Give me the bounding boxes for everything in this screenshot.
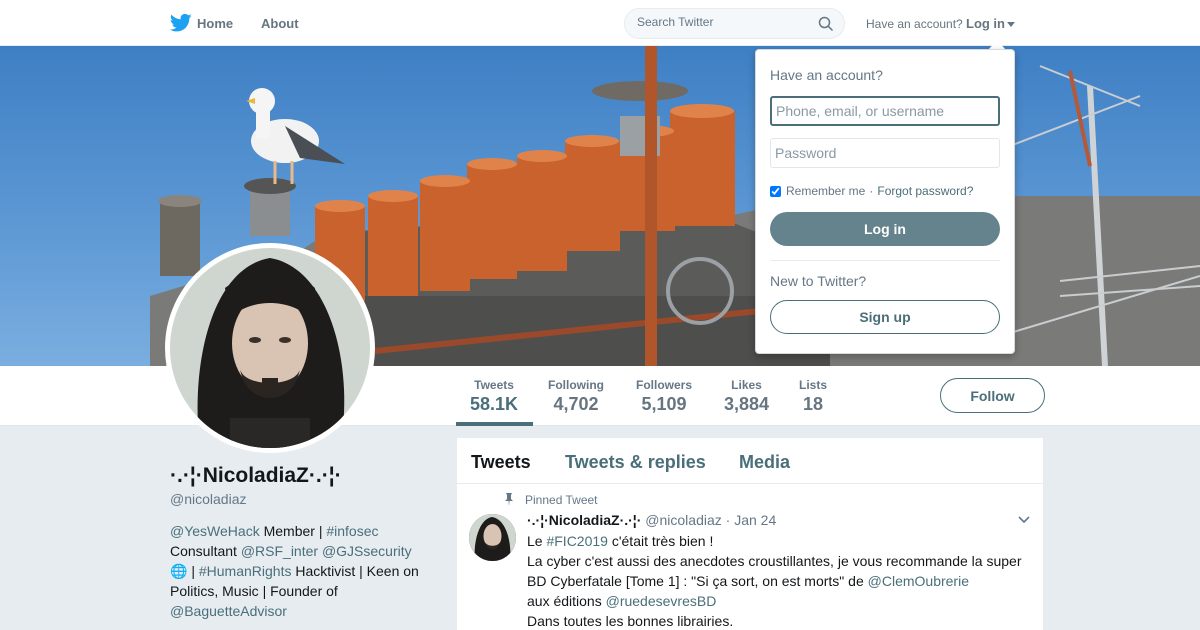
stat-label: Following	[548, 378, 604, 392]
new-to-twitter-text: New to Twitter?	[770, 273, 867, 289]
tweet-mention[interactable]: @ruedesevresBD	[606, 593, 717, 609]
forgot-password-link[interactable]: Forgot password?	[877, 184, 973, 198]
stat-likes[interactable]: Likes 3,884	[724, 378, 769, 415]
remember-me-row: Remember me · Forgot password?	[770, 184, 973, 198]
profile-handle: @nicoladiaz	[170, 491, 247, 507]
tweet-separator: ·	[721, 512, 735, 528]
stat-value: 18	[802, 394, 824, 414]
tweet-avatar[interactable]	[469, 514, 516, 561]
signup-button[interactable]: Sign up	[770, 300, 1000, 334]
stat-value: 5,109	[641, 394, 687, 414]
stat-value: 4,702	[553, 394, 599, 414]
tab-media[interactable]: Media	[739, 452, 790, 473]
nav-home-link[interactable]: Home	[197, 16, 233, 31]
tweet-date[interactable]: Jan 24	[734, 512, 776, 528]
bio-text: Hacktivist | Keen on	[291, 563, 419, 579]
bio-text: |	[187, 563, 199, 579]
avatar-photo	[170, 248, 370, 448]
dropdown-title: Have an account?	[770, 67, 883, 83]
bio-text: Consultant	[170, 543, 241, 559]
stat-label: Followers	[636, 378, 693, 392]
login-button[interactable]: Log in	[770, 212, 1000, 246]
separator-dot: ·	[869, 184, 874, 198]
stat-value: 3,884	[724, 394, 770, 414]
tweet-mention[interactable]: @ClemOubrerie	[868, 573, 969, 589]
tweet-hashtag[interactable]: #FIC2019	[546, 533, 607, 549]
follow-button[interactable]: Follow	[940, 378, 1045, 413]
bio-hashtag[interactable]: #HumanRights	[199, 563, 292, 579]
search-icon[interactable]	[818, 16, 834, 32]
tweet-text: Le #FIC2019 c'était très bien ! La cyber…	[527, 531, 1032, 630]
caret-down-icon[interactable]	[1007, 22, 1015, 27]
top-navigation-bar: Home About Have an account? Log in	[0, 0, 1200, 46]
tweet-text-part: BD Cyberfatale [Tome 1] : "Si ça sort, o…	[527, 573, 868, 589]
tweet-text-part: Le	[527, 533, 547, 549]
stat-followers[interactable]: Followers 5,109	[636, 378, 692, 415]
bio-hashtag[interactable]: #infosec	[326, 523, 378, 539]
tweet-text-part: Dans toutes les bonnes librairies.	[527, 613, 734, 629]
profile-name: ·.·¦·NicoladiaZ·.·¦·	[170, 464, 342, 487]
tweet-author-name[interactable]: ·.·¦·NicoladiaZ·.·¦·	[527, 512, 641, 528]
twitter-bird-icon[interactable]	[170, 13, 192, 33]
username-field[interactable]	[770, 96, 1000, 126]
bio-link[interactable]: @GJSsecurity	[322, 543, 412, 559]
search-input[interactable]	[637, 15, 807, 29]
stat-label: Lists	[799, 378, 828, 392]
stat-label: Tweets	[474, 378, 514, 392]
nav-about-link[interactable]: About	[261, 16, 299, 31]
bio-text: Politics, Music | Founder of	[170, 583, 338, 599]
stat-following[interactable]: Following 4,702	[548, 378, 604, 415]
tweet-header: ·.·¦·NicoladiaZ·.·¦· @nicoladiaz · Jan 2…	[527, 512, 776, 528]
tab-tweets-replies[interactable]: Tweets & replies	[565, 452, 706, 473]
tweet-text-part: aux éditions	[527, 593, 606, 609]
tweet-text-part: La cyber c'est aussi des anecdotes crous…	[527, 553, 1022, 569]
divider	[770, 260, 1000, 261]
bio-link[interactable]: @YesWeHack	[170, 523, 260, 539]
password-field[interactable]	[770, 138, 1000, 168]
profile-avatar[interactable]	[165, 243, 375, 453]
tweet-author-handle[interactable]: @nicoladiaz	[645, 512, 721, 528]
active-stat-underline	[456, 422, 533, 426]
bio-link[interactable]: @BaguetteAdvisor	[170, 601, 440, 621]
timeline-tabs: Tweets Tweets & replies Media	[457, 438, 1043, 484]
login-dropdown: Have an account? Remember me · Forgot pa…	[755, 49, 1015, 354]
search-box[interactable]	[624, 8, 845, 39]
stat-lists[interactable]: Lists 18	[799, 378, 827, 415]
tab-tweets[interactable]: Tweets	[471, 452, 531, 473]
pin-icon	[505, 493, 513, 506]
tweet-avatar-photo	[469, 514, 516, 561]
stat-label: Likes	[731, 378, 762, 392]
bio-link[interactable]: @RSF_inter	[241, 543, 318, 559]
stat-tweets[interactable]: Tweets 58.1K	[470, 378, 518, 415]
tweet-text-part: c'était très bien !	[607, 533, 714, 549]
remember-me-checkbox[interactable]	[770, 185, 781, 197]
bio-text: Member |	[259, 523, 327, 539]
login-menu-link[interactable]: Log in	[966, 16, 1005, 31]
globe-icon: 🌐	[170, 563, 188, 579]
timeline: Tweets Tweets & replies Media Pinned Twe…	[456, 437, 1044, 630]
pinned-tweet-label: Pinned Tweet	[525, 493, 598, 507]
chevron-down-icon[interactable]	[1017, 515, 1031, 525]
profile-bio: @YesWeHack Member | #infosec Consultant …	[170, 521, 440, 621]
have-account-text: Have an account?	[866, 17, 963, 31]
remember-me-label[interactable]: Remember me	[786, 184, 865, 198]
stat-value: 58.1K	[470, 394, 519, 414]
